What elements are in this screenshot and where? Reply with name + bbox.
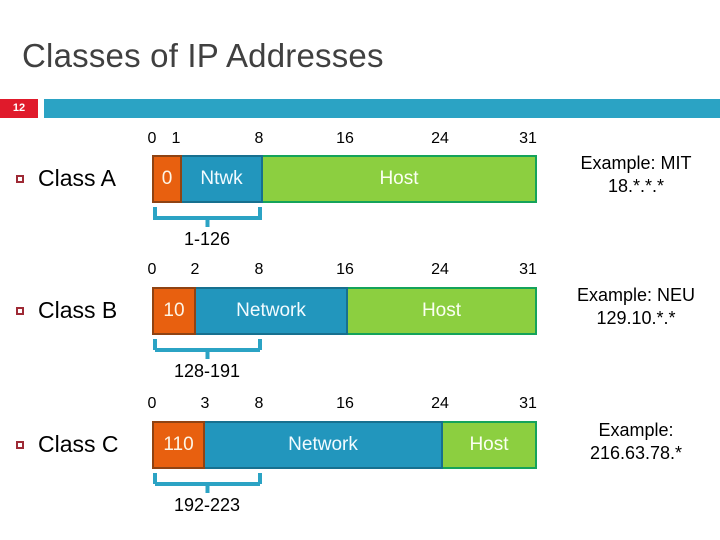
tick-b-31: 31 bbox=[519, 261, 537, 278]
segment-host-b: Host bbox=[348, 287, 537, 335]
segment-prefix-c: 110 bbox=[152, 421, 205, 469]
tick-b-2: 2 bbox=[190, 261, 200, 278]
bullet-class-b bbox=[16, 307, 24, 315]
example-class-c: Example: 216.63.78.* bbox=[590, 419, 682, 465]
tick-b-0: 0 bbox=[147, 261, 157, 278]
segment-network-b: Network bbox=[196, 287, 348, 335]
bar-class-a: 0 Ntwk Host bbox=[152, 155, 537, 203]
tick-a-24: 24 bbox=[431, 130, 449, 147]
example-class-a: Example: MIT 18.*.*.* bbox=[580, 152, 691, 198]
page-title: Classes of IP Addresses bbox=[22, 37, 384, 74]
bar-class-c: 110 Network Host bbox=[152, 421, 537, 469]
tick-a-31: 31 bbox=[519, 130, 537, 147]
example-b-line2: 129.10.*.* bbox=[596, 308, 676, 328]
segment-host-a: Host bbox=[263, 155, 537, 203]
tick-c-24: 24 bbox=[431, 395, 449, 412]
bullet-class-a bbox=[16, 175, 24, 183]
example-a-line1: Example: MIT bbox=[580, 153, 692, 173]
tick-b-16: 16 bbox=[336, 261, 354, 278]
example-c-line1: Example: bbox=[598, 420, 674, 440]
class-label-a: Class A bbox=[38, 165, 116, 191]
tick-b-8: 8 bbox=[254, 261, 264, 278]
example-c-line2: 216.63.78.* bbox=[589, 443, 683, 463]
header-rule bbox=[44, 99, 720, 118]
tick-a-1: 1 bbox=[171, 130, 181, 147]
segment-network-a: Ntwk bbox=[182, 155, 263, 203]
tick-c-16: 16 bbox=[336, 395, 354, 412]
class-label-c: Class C bbox=[38, 431, 119, 457]
bullet-class-c bbox=[16, 441, 24, 449]
tick-a-8: 8 bbox=[254, 130, 264, 147]
tick-a-16: 16 bbox=[336, 130, 354, 147]
tick-c-3: 3 bbox=[200, 395, 210, 412]
range-label-c: 192-223 bbox=[173, 495, 241, 515]
range-label-a: 1-126 bbox=[183, 229, 231, 249]
slide-number-badge: 12 bbox=[0, 99, 38, 118]
slide-number-band: 12 bbox=[0, 99, 720, 118]
segment-host-c: Host bbox=[443, 421, 537, 469]
range-label-b: 128-191 bbox=[173, 361, 241, 381]
example-b-line1: Example: NEU bbox=[576, 285, 696, 305]
segment-network-c: Network bbox=[205, 421, 443, 469]
brace-class-b bbox=[152, 337, 263, 359]
tick-c-8: 8 bbox=[254, 395, 264, 412]
segment-prefix-b: 10 bbox=[152, 287, 196, 335]
class-label-b: Class B bbox=[38, 297, 118, 323]
example-class-b: Example: NEU 129.10.*.* bbox=[577, 284, 695, 330]
tick-c-31: 31 bbox=[519, 395, 537, 412]
tick-b-24: 24 bbox=[431, 261, 449, 278]
tick-a-0: 0 bbox=[147, 130, 157, 147]
brace-class-a bbox=[152, 205, 263, 227]
segment-prefix-a: 0 bbox=[152, 155, 182, 203]
brace-class-c bbox=[152, 471, 263, 493]
bar-class-b: 10 Network Host bbox=[152, 287, 537, 335]
tick-c-0: 0 bbox=[147, 395, 157, 412]
example-a-line2: 18.*.*.* bbox=[607, 176, 665, 196]
